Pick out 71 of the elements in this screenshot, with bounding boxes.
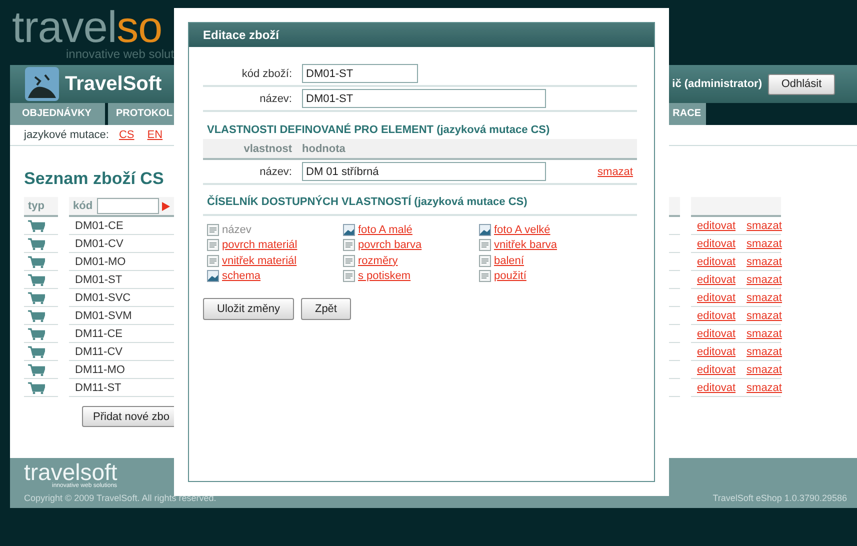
field-label: název: (258, 166, 292, 178)
property-link[interactable]: foto A velké (494, 224, 550, 236)
text-field[interactable]: DM 01 stříbrná (302, 162, 546, 181)
column-header: typ (28, 200, 44, 212)
property-link[interactable]: povrch barva (358, 239, 422, 252)
dialog-title: Editace zboží (189, 23, 654, 47)
property-name: název (222, 224, 252, 236)
product-code: DM01-MO (74, 256, 126, 268)
field-label: název: (258, 92, 292, 104)
edit-link[interactable]: editovat (697, 238, 736, 250)
user-name: ič (administrator) (672, 78, 762, 90)
logo: travelso (12, 2, 162, 50)
column-header: vlastnost (242, 142, 292, 154)
property-link[interactable]: použití (494, 270, 526, 282)
edit-link[interactable]: editovat (697, 364, 736, 376)
page-title: Seznam zboží CS (24, 168, 164, 190)
delete-link[interactable]: smazat (746, 256, 782, 268)
delete-link[interactable]: smazat (746, 382, 782, 394)
field-label: kód zboží: (240, 68, 292, 80)
product-code: DM11-ST (74, 382, 122, 394)
delete-link[interactable]: smazat (746, 346, 782, 358)
product-code: DM11-CE (74, 328, 122, 340)
edit-link[interactable]: editovat (697, 382, 736, 394)
delete-link[interactable]: smazat (746, 274, 782, 286)
delete-link[interactable]: smazat (746, 238, 782, 250)
product-code: DM01-SVC (74, 292, 131, 304)
delete-link[interactable]: smazat (746, 364, 782, 376)
property-link[interactable]: rozměry (358, 254, 398, 267)
language-label: jazykové mutace: (24, 129, 109, 141)
nav-tab[interactable]: OBJEDNÁVKY (10, 103, 105, 125)
edit-link[interactable]: editovat (697, 274, 736, 286)
property-link[interactable]: povrch materiál (222, 239, 298, 252)
delete-link[interactable]: smazat (746, 310, 782, 322)
edit-link[interactable]: editovat (697, 346, 736, 358)
delete-link[interactable]: smazat (746, 328, 782, 340)
text-field[interactable]: DM01-ST (302, 89, 546, 108)
edit-link[interactable]: editovat (697, 292, 736, 304)
column-header: kód (72, 200, 93, 212)
save-button[interactable]: Uložit změny (203, 298, 294, 320)
tagline: innovative web solut (66, 47, 174, 61)
property-link[interactable]: vnitřek materiál (222, 254, 297, 267)
product-code: DM01-ST (74, 274, 122, 286)
text-field[interactable]: DM01-ST (302, 64, 418, 83)
property-link[interactable]: foto A malé (358, 224, 412, 236)
delete-link[interactable]: smazat (746, 220, 782, 232)
language-link[interactable]: CS (118, 129, 134, 141)
product-code: DM11-CV (74, 346, 122, 358)
product-code: DM01-CV (74, 238, 124, 250)
edit-link[interactable]: editovat (697, 328, 736, 340)
language-link[interactable]: EN (147, 129, 163, 141)
product-code: DM01-SVM (74, 310, 132, 322)
edit-link[interactable]: editovat (697, 220, 736, 232)
app-title: TravelSoft (65, 72, 162, 96)
copyright: Copyright © 2009 TravelSoft. All rights reserved. (24, 493, 216, 503)
delete-link[interactable]: smazat (746, 292, 782, 304)
property-link[interactable]: balení (494, 254, 524, 267)
property-link[interactable]: vnitřek barva (494, 239, 557, 252)
column-header: hodnota (302, 142, 346, 154)
version: TravelSoft eShop 1.0.3790.29586 (712, 493, 847, 503)
logout-button[interactable]: Odhlásit (768, 74, 835, 94)
product-code: DM11-MO (74, 364, 125, 376)
property-link[interactable]: s potiskem (358, 270, 411, 282)
edit-link[interactable]: editovat (697, 256, 736, 268)
back-button[interactable]: Zpět (300, 298, 351, 320)
property-link[interactable]: schema (222, 270, 261, 282)
section-heading: VLASTNOSTI DEFINOVANÉ PRO ELEMENT (jazyková mutace CS) (206, 124, 551, 138)
delete-link[interactable]: smazat (598, 166, 633, 178)
section-heading: ČÍSELNÍK DOSTUPNÝCH VLASTNOSTÍ (jazyková mutace CS) (203, 196, 637, 216)
footer-logo: travelsoft (24, 461, 118, 483)
edit-link[interactable]: editovat (697, 310, 736, 322)
product-code: DM01-CE (74, 220, 124, 232)
